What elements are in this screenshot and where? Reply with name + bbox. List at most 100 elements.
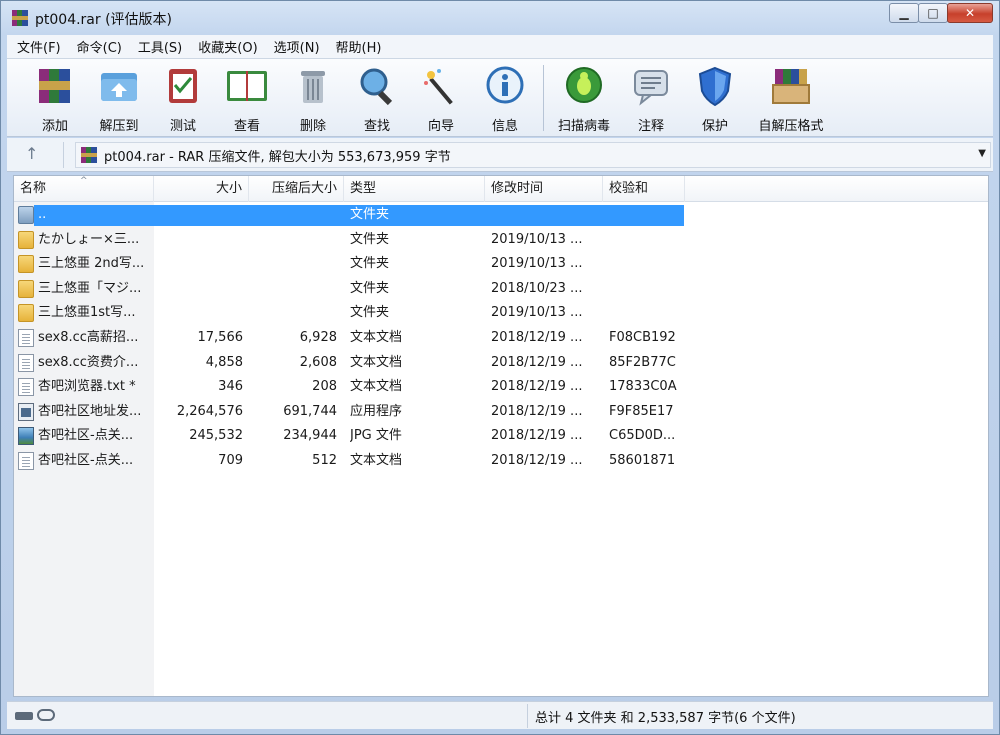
find-button[interactable]: 查找 <box>345 65 409 134</box>
comment-icon <box>629 65 673 107</box>
file-name: たかしょー×三... <box>38 231 140 247</box>
file-row[interactable]: 三上悠亜1st写... 文件夹 2019/10/13 ... <box>14 301 988 325</box>
wizard-wand-icon <box>419 65 463 107</box>
toolbar-separator <box>543 65 544 131</box>
status-bar: 总计 4 文件夹 和 2,533,587 字节(6 个文件) <box>7 701 993 729</box>
file-packed-size: 512 <box>312 453 337 468</box>
drive-icon[interactable] <box>15 712 33 720</box>
file-row[interactable]: 三上悠亜 2nd写... 文件夹 2019/10/13 ... <box>14 252 988 276</box>
scan-virus-button[interactable]: 扫描病毒 <box>552 65 616 134</box>
protect-button[interactable]: 保护 <box>683 65 747 134</box>
text-file-icon <box>18 329 34 347</box>
menu-commands[interactable]: 命令(C) <box>67 37 128 56</box>
folder-icon <box>18 255 34 274</box>
file-crc: F9F85E17 <box>609 403 674 419</box>
file-row[interactable]: 杏吧社区-点关... 709 512 文本文档 2018/12/19 ... 586018… <box>14 449 988 473</box>
delete-button[interactable]: 删除 <box>281 65 345 134</box>
file-name: 三上悠亜 2nd写... <box>38 256 145 272</box>
chevron-down-icon[interactable]: ▼ <box>978 148 986 159</box>
address-separator <box>63 142 64 168</box>
wizard-button[interactable]: 向导 <box>409 65 473 134</box>
file-type: 文件夹 <box>350 256 390 272</box>
up-arrow-icon[interactable]: ↑ <box>25 144 38 163</box>
file-packed-size <box>249 277 337 301</box>
file-row[interactable]: sex8.cc高薪招... 17,566 6,928 文本文档 2018/12/19 .… <box>14 326 988 350</box>
sort-ascending-icon: ^ <box>80 176 88 186</box>
column-header-type[interactable]: 类型 <box>344 176 485 202</box>
column-header-name-label: 名称 <box>20 181 47 196</box>
archive-path-text: pt004.rar - RAR 压缩文件, 解包大小为 553,673,959 … <box>104 149 451 165</box>
status-summary: 总计 4 文件夹 和 2,533,587 字节(6 个文件) <box>535 711 796 726</box>
winrar-archive-icon <box>80 146 98 164</box>
file-size: 2,264,576 <box>176 403 243 419</box>
sfx-label: 自解压格式 <box>758 119 824 134</box>
image-file-icon <box>18 427 34 446</box>
column-header-modified[interactable]: 修改时间 <box>485 176 603 202</box>
minimize-button[interactable]: ▁ <box>889 3 919 23</box>
add-archive-icon <box>33 65 77 107</box>
file-name: .. <box>38 207 47 222</box>
file-type: 文本文档 <box>350 453 403 468</box>
extract-to-button[interactable]: 解压到 <box>87 65 151 134</box>
file-size <box>154 203 243 227</box>
delete-label: 删除 <box>299 119 326 134</box>
menu-options[interactable]: 选项(N) <box>264 37 326 56</box>
menu-favorites[interactable]: 收藏夹(O) <box>188 37 263 56</box>
test-button[interactable]: 测试 <box>151 65 215 134</box>
title-bar[interactable]: pt004.rar (评估版本) ▁ □ ✕ <box>1 1 999 35</box>
folder-up-icon <box>18 206 34 224</box>
file-modified: 2018/12/19 ... <box>491 330 583 345</box>
file-row[interactable]: .. 文件夹 <box>14 203 988 227</box>
file-modified: 2018/12/19 ... <box>491 379 583 395</box>
column-header-packed[interactable]: 压缩后大小 <box>249 176 344 202</box>
file-row[interactable]: sex8.cc资费介... 4,858 2,608 文本文档 2018/12/19 ..… <box>14 351 988 375</box>
menu-bar: 文件(F) 命令(C) 工具(S) 收藏夹(O) 选项(N) 帮助(H) <box>7 35 993 59</box>
folder-icon <box>18 230 34 249</box>
file-size <box>154 252 243 276</box>
menu-file[interactable]: 文件(F) <box>7 37 67 56</box>
file-row[interactable]: 三上悠亜「マジ... 文件夹 2018/10/23 ... <box>14 277 988 301</box>
file-row[interactable]: 杏吧社区地址发... 2,264,576 691,744 应用程序 2018/12/19… <box>14 400 988 424</box>
key-icon[interactable] <box>37 709 55 721</box>
file-row[interactable]: 杏吧社区-点关... 245,532 234,944 JPG 文件 2018/12/19… <box>14 424 988 448</box>
file-size: 17,566 <box>197 330 244 345</box>
column-header-name[interactable]: 名称 ^ <box>14 176 154 202</box>
file-crc <box>609 252 685 276</box>
window-controls: ▁ □ ✕ <box>889 3 993 23</box>
column-header-crc[interactable]: 校验和 <box>603 176 685 202</box>
file-row[interactable]: 杏吧浏览器.txt * 346 208 文本文档 2018/12/19 ... 17833… <box>14 375 988 399</box>
toolbar: 添加 解压到 测试 查看 删除 查找 向导 信息 扫描病毒 注释 保护 自解压格… <box>7 59 993 137</box>
file-modified: 2018/10/23 ... <box>491 280 583 296</box>
file-type: 文件夹 <box>350 280 390 296</box>
info-label: 信息 <box>491 119 518 134</box>
folder-icon <box>18 279 34 298</box>
info-button[interactable]: 信息 <box>473 65 537 134</box>
file-packed-size: 2,608 <box>299 354 337 370</box>
wizard-label: 向导 <box>427 119 454 134</box>
comment-button[interactable]: 注释 <box>619 65 683 134</box>
close-button[interactable]: ✕ <box>947 3 993 23</box>
info-icon <box>483 65 527 107</box>
file-modified: 2019/10/13 ... <box>491 256 583 272</box>
menu-help[interactable]: 帮助(H) <box>326 37 388 56</box>
file-packed-size <box>249 301 337 325</box>
add-button[interactable]: 添加 <box>23 65 87 134</box>
file-packed-size <box>249 228 337 252</box>
winrar-app-icon[interactable] <box>11 9 29 27</box>
comment-label: 注释 <box>637 119 664 134</box>
maximize-button[interactable]: □ <box>918 3 948 23</box>
file-size: 346 <box>218 379 243 395</box>
virus-scan-icon <box>562 65 606 107</box>
file-row[interactable]: たかしょー×三... 文件夹 2019/10/13 ... <box>14 228 988 252</box>
menu-tools[interactable]: 工具(S) <box>128 37 188 56</box>
column-header-size[interactable]: 大小 <box>154 176 249 202</box>
file-type: 文本文档 <box>350 379 403 395</box>
view-book-icon <box>225 65 269 107</box>
archive-path-field[interactable]: pt004.rar - RAR 压缩文件, 解包大小为 553,673,959 … <box>75 142 991 168</box>
text-file-icon <box>18 452 34 470</box>
sfx-button[interactable]: 自解压格式 <box>753 65 829 134</box>
file-packed-size: 208 <box>312 379 337 395</box>
file-crc: 58601871 <box>609 453 676 468</box>
view-button[interactable]: 查看 <box>215 65 279 134</box>
file-packed-size: 6,928 <box>299 330 337 345</box>
